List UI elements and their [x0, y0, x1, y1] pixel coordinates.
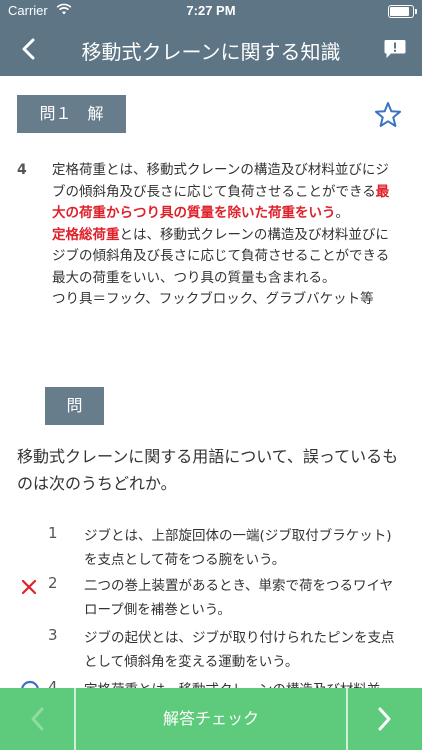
question-text: 移動式クレーンに関する用語について、誤っているものは次のうちどれか。 [17, 447, 399, 493]
bottom-toolbar: 解答チェック [0, 688, 422, 750]
question-chip: 問１ [45, 387, 104, 453]
chevron-left-icon [31, 707, 44, 731]
explanation-segment: 定格荷重とは、移動式クレーンの構造及び材料並びにジブの傾斜角及び長さに応じて負荷… [52, 162, 389, 200]
report-icon [384, 40, 406, 58]
option-number: 1 [48, 524, 58, 542]
navigation-bar: 移動式クレーンに関する知識 [0, 22, 422, 76]
option-number: 2 [48, 574, 58, 592]
next-button[interactable] [348, 688, 422, 750]
previous-button[interactable] [0, 688, 74, 750]
option-number: 3 [48, 626, 58, 644]
explanation-answer-number: 4 [17, 162, 27, 178]
chevron-right-icon [378, 707, 391, 731]
report-button[interactable] [384, 39, 406, 59]
clock: 7:27 PM [186, 3, 236, 18]
explanation-chip: 問１ 解説 [17, 95, 126, 161]
battery-icon [388, 5, 417, 18]
explanation-segment: 。 [335, 205, 350, 221]
option-text: ジブの起伏とは、ジブが取り付けられたピンを支点として傾斜角を変える運動をいう。 [84, 630, 395, 670]
explanation-segment: つり具＝フック、フックブロック、グラブバケット等 [52, 291, 374, 307]
check-answer-button[interactable]: 解答チェック [76, 688, 346, 750]
option-text: ジブとは、上部旋回体の一端(ジブ取付ブラケット)を支点として荷をつる腕をいう。 [84, 528, 392, 568]
status-bar: Carrier 7:27 PM [0, 0, 422, 22]
explanation-text: 定格荷重とは、移動式クレーンの構造及び材料並びにジブの傾斜角及び長さに応じて負荷… [52, 160, 402, 311]
explanation-highlight: 定格総荷重 [52, 226, 120, 243]
page-title: 移動式クレーンに関する知識 [81, 40, 341, 64]
favorite-button[interactable] [373, 100, 403, 130]
star-icon [375, 102, 401, 127]
wrong-mark-icon [20, 578, 38, 596]
option-text: 二つの巻上装置があるとき、単索で荷をつるワイヤロープ側を補巻という。 [84, 578, 394, 618]
